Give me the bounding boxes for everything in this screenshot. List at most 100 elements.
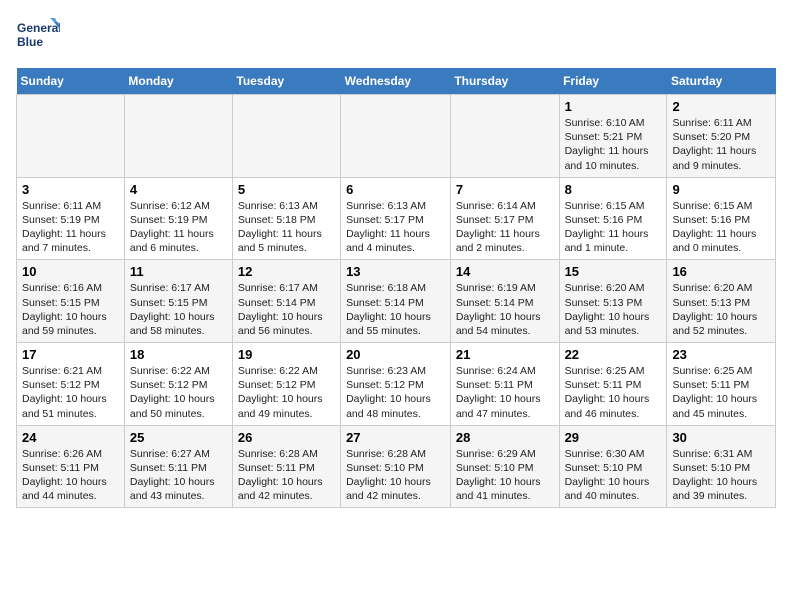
- day-number: 22: [565, 347, 662, 362]
- day-number: 27: [346, 430, 445, 445]
- weekday-header-tuesday: Tuesday: [232, 68, 340, 95]
- calendar-cell: 12 Sunrise: 6:17 AM Sunset: 5:14 PM Dayli…: [232, 260, 340, 343]
- cell-info: Sunrise: 6:15 AM Sunset: 5:16 PM Dayligh…: [565, 199, 662, 256]
- day-number: 15: [565, 264, 662, 279]
- day-number: 17: [22, 347, 119, 362]
- calendar-cell: 1Sunrise: 6:10 AM Sunset: 5:21 PM Daylig…: [559, 95, 667, 178]
- logo-svg: General Blue: [16, 16, 60, 60]
- calendar-cell: [232, 95, 340, 178]
- cell-info: Sunrise: 6:23 AM Sunset: 5:12 PM Dayligh…: [346, 364, 445, 421]
- cell-info: Sunrise: 6:12 AM Sunset: 5:19 PM Dayligh…: [130, 199, 227, 256]
- cell-info: Sunrise: 6:28 AM Sunset: 5:11 PM Dayligh…: [238, 447, 335, 504]
- calendar-cell: 28 Sunrise: 6:29 AM Sunset: 5:10 PM Dayli…: [450, 425, 559, 508]
- cell-info: Sunrise: 6:31 AM Sunset: 5:10 PM Dayligh…: [672, 447, 770, 504]
- day-number: 19: [238, 347, 335, 362]
- calendar-cell: 2 Sunrise: 6:11 AM Sunset: 5:20 PM Daylig…: [667, 95, 776, 178]
- cell-info: Sunrise: 6:29 AM Sunset: 5:10 PM Dayligh…: [456, 447, 554, 504]
- calendar-cell: [450, 95, 559, 178]
- cell-info: Sunrise: 6:13 AM Sunset: 5:17 PM Dayligh…: [346, 199, 445, 256]
- weekday-header-monday: Monday: [124, 68, 232, 95]
- calendar-cell: 10 Sunrise: 6:16 AM Sunset: 5:15 PM Dayli…: [17, 260, 125, 343]
- calendar-cell: 6Sunrise: 6:13 AM Sunset: 5:17 PM Daylig…: [341, 177, 451, 260]
- day-number: 29: [565, 430, 662, 445]
- calendar-cell: 26Sunrise: 6:28 AM Sunset: 5:11 PM Dayli…: [232, 425, 340, 508]
- day-number: 21: [456, 347, 554, 362]
- cell-info: Sunrise: 6:16 AM Sunset: 5:15 PM Dayligh…: [22, 281, 119, 338]
- day-number: 5: [238, 182, 335, 197]
- day-number: 7: [456, 182, 554, 197]
- calendar-table: SundayMondayTuesdayWednesdayThursdayFrid…: [16, 68, 776, 508]
- calendar-cell: 7 Sunrise: 6:14 AM Sunset: 5:17 PM Daylig…: [450, 177, 559, 260]
- cell-info: Sunrise: 6:22 AM Sunset: 5:12 PM Dayligh…: [130, 364, 227, 421]
- calendar-week-3: 10 Sunrise: 6:16 AM Sunset: 5:15 PM Dayli…: [17, 260, 776, 343]
- day-number: 18: [130, 347, 227, 362]
- calendar-body: 1Sunrise: 6:10 AM Sunset: 5:21 PM Daylig…: [17, 95, 776, 508]
- cell-info: Sunrise: 6:22 AM Sunset: 5:12 PM Dayligh…: [238, 364, 335, 421]
- day-number: 2: [672, 99, 770, 114]
- day-number: 28: [456, 430, 554, 445]
- page-header: General Blue: [16, 16, 776, 60]
- calendar-cell: 17Sunrise: 6:21 AM Sunset: 5:12 PM Dayli…: [17, 343, 125, 426]
- cell-info: Sunrise: 6:28 AM Sunset: 5:10 PM Dayligh…: [346, 447, 445, 504]
- cell-info: Sunrise: 6:24 AM Sunset: 5:11 PM Dayligh…: [456, 364, 554, 421]
- day-number: 24: [22, 430, 119, 445]
- cell-info: Sunrise: 6:26 AM Sunset: 5:11 PM Dayligh…: [22, 447, 119, 504]
- logo: General Blue: [16, 16, 60, 60]
- calendar-cell: 4 Sunrise: 6:12 AM Sunset: 5:19 PM Daylig…: [124, 177, 232, 260]
- cell-info: Sunrise: 6:30 AM Sunset: 5:10 PM Dayligh…: [565, 447, 662, 504]
- svg-text:Blue: Blue: [17, 35, 43, 49]
- weekday-header-thursday: Thursday: [450, 68, 559, 95]
- weekday-header-row: SundayMondayTuesdayWednesdayThursdayFrid…: [17, 68, 776, 95]
- weekday-header-sunday: Sunday: [17, 68, 125, 95]
- day-number: 8: [565, 182, 662, 197]
- cell-info: Sunrise: 6:20 AM Sunset: 5:13 PM Dayligh…: [565, 281, 662, 338]
- calendar-cell: [124, 95, 232, 178]
- calendar-cell: 24 Sunrise: 6:26 AM Sunset: 5:11 PM Dayli…: [17, 425, 125, 508]
- day-number: 20: [346, 347, 445, 362]
- cell-info: Sunrise: 6:17 AM Sunset: 5:14 PM Dayligh…: [238, 281, 335, 338]
- cell-info: Sunrise: 6:14 AM Sunset: 5:17 PM Dayligh…: [456, 199, 554, 256]
- cell-info: Sunrise: 6:19 AM Sunset: 5:14 PM Dayligh…: [456, 281, 554, 338]
- calendar-cell: 27 Sunrise: 6:28 AM Sunset: 5:10 PM Dayli…: [341, 425, 451, 508]
- calendar-cell: 20 Sunrise: 6:23 AM Sunset: 5:12 PM Dayli…: [341, 343, 451, 426]
- calendar-cell: 30 Sunrise: 6:31 AM Sunset: 5:10 PM Dayli…: [667, 425, 776, 508]
- calendar-week-2: 3Sunrise: 6:11 AM Sunset: 5:19 PM Daylig…: [17, 177, 776, 260]
- cell-info: Sunrise: 6:15 AM Sunset: 5:16 PM Dayligh…: [672, 199, 770, 256]
- day-number: 12: [238, 264, 335, 279]
- day-number: 9: [672, 182, 770, 197]
- calendar-week-1: 1Sunrise: 6:10 AM Sunset: 5:21 PM Daylig…: [17, 95, 776, 178]
- day-number: 25: [130, 430, 227, 445]
- calendar-cell: 25Sunrise: 6:27 AM Sunset: 5:11 PM Dayli…: [124, 425, 232, 508]
- calendar-cell: 29 Sunrise: 6:30 AM Sunset: 5:10 PM Dayli…: [559, 425, 667, 508]
- calendar-cell: 8 Sunrise: 6:15 AM Sunset: 5:16 PM Daylig…: [559, 177, 667, 260]
- weekday-header-saturday: Saturday: [667, 68, 776, 95]
- calendar-cell: 5 Sunrise: 6:13 AM Sunset: 5:18 PM Daylig…: [232, 177, 340, 260]
- day-number: 13: [346, 264, 445, 279]
- calendar-cell: 14Sunrise: 6:19 AM Sunset: 5:14 PM Dayli…: [450, 260, 559, 343]
- calendar-cell: 9 Sunrise: 6:15 AM Sunset: 5:16 PM Daylig…: [667, 177, 776, 260]
- cell-info: Sunrise: 6:10 AM Sunset: 5:21 PM Dayligh…: [565, 116, 662, 173]
- cell-info: Sunrise: 6:25 AM Sunset: 5:11 PM Dayligh…: [672, 364, 770, 421]
- cell-info: Sunrise: 6:13 AM Sunset: 5:18 PM Dayligh…: [238, 199, 335, 256]
- day-number: 23: [672, 347, 770, 362]
- day-number: 16: [672, 264, 770, 279]
- day-number: 11: [130, 264, 227, 279]
- svg-text:General: General: [17, 21, 60, 35]
- calendar-cell: 16Sunrise: 6:20 AM Sunset: 5:13 PM Dayli…: [667, 260, 776, 343]
- calendar-cell: 18 Sunrise: 6:22 AM Sunset: 5:12 PM Dayli…: [124, 343, 232, 426]
- weekday-header-friday: Friday: [559, 68, 667, 95]
- weekday-header-wednesday: Wednesday: [341, 68, 451, 95]
- cell-info: Sunrise: 6:17 AM Sunset: 5:15 PM Dayligh…: [130, 281, 227, 338]
- calendar-cell: 19 Sunrise: 6:22 AM Sunset: 5:12 PM Dayli…: [232, 343, 340, 426]
- day-number: 10: [22, 264, 119, 279]
- calendar-cell: [17, 95, 125, 178]
- calendar-cell: 15 Sunrise: 6:20 AM Sunset: 5:13 PM Dayli…: [559, 260, 667, 343]
- day-number: 30: [672, 430, 770, 445]
- day-number: 4: [130, 182, 227, 197]
- cell-info: Sunrise: 6:11 AM Sunset: 5:20 PM Dayligh…: [672, 116, 770, 173]
- calendar-week-4: 17Sunrise: 6:21 AM Sunset: 5:12 PM Dayli…: [17, 343, 776, 426]
- calendar-cell: [341, 95, 451, 178]
- calendar-cell: 3Sunrise: 6:11 AM Sunset: 5:19 PM Daylig…: [17, 177, 125, 260]
- calendar-cell: 22Sunrise: 6:25 AM Sunset: 5:11 PM Dayli…: [559, 343, 667, 426]
- calendar-cell: 13Sunrise: 6:18 AM Sunset: 5:14 PM Dayli…: [341, 260, 451, 343]
